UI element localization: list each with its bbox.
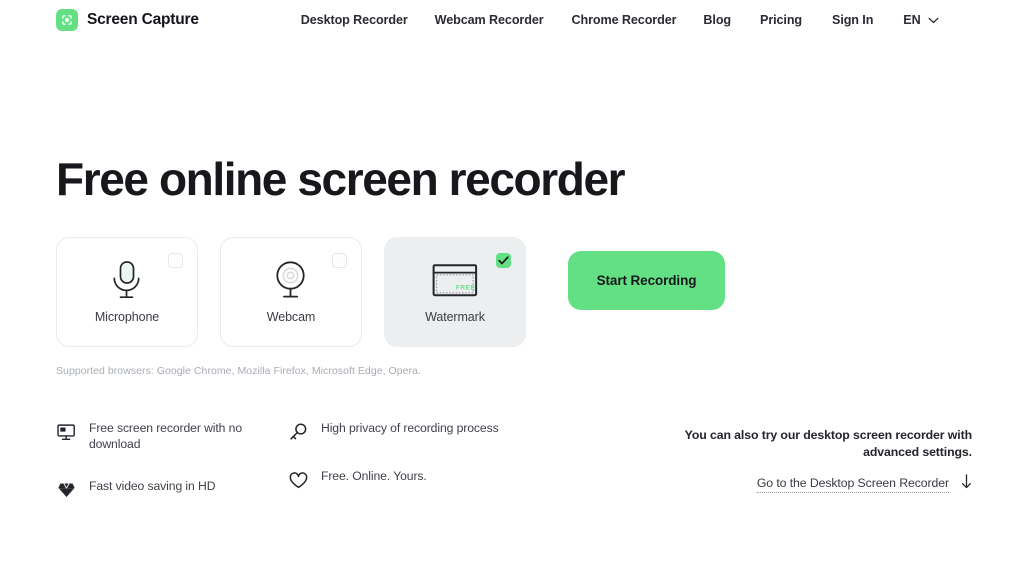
feature-column-middle: High privacy of recording process Free. … bbox=[288, 421, 508, 490]
webcam-checkbox[interactable] bbox=[332, 253, 347, 268]
svg-text:FREE: FREE bbox=[456, 285, 476, 292]
cta-link-row: Go to the Desktop Screen Recorder bbox=[682, 474, 972, 494]
feature-item: Fast video saving in HD bbox=[56, 479, 288, 500]
option-label-webcam: Webcam bbox=[266, 310, 316, 324]
key-icon bbox=[288, 422, 308, 442]
language-selector[interactable]: EN bbox=[903, 11, 939, 29]
option-card-webcam[interactable]: Webcam bbox=[220, 237, 362, 347]
diamond-icon bbox=[56, 480, 76, 500]
arrow-down-icon bbox=[961, 474, 972, 494]
option-label-microphone: Microphone bbox=[94, 310, 160, 324]
monitor-icon bbox=[56, 422, 76, 442]
webcam-icon bbox=[271, 258, 311, 304]
page-title: Free online screen recorder bbox=[56, 153, 626, 205]
heart-icon bbox=[288, 470, 308, 490]
supported-browsers-note: Supported browsers: Google Chrome, Mozil… bbox=[56, 365, 421, 377]
watermark-window-icon: FREE bbox=[431, 258, 479, 304]
desktop-recorder-link[interactable]: Go to the Desktop Screen Recorder bbox=[756, 476, 949, 493]
feature-text: High privacy of recording process bbox=[321, 421, 499, 435]
nav-desktop-recorder[interactable]: Desktop Recorder bbox=[301, 13, 408, 27]
nav-chrome-recorder[interactable]: Chrome Recorder bbox=[572, 13, 677, 27]
start-recording-button[interactable]: Start Recording bbox=[568, 251, 725, 310]
feature-column-left: Free screen recorder with no download Fa… bbox=[56, 421, 288, 500]
language-label: EN bbox=[903, 13, 921, 27]
nav-sign-in[interactable]: Sign In bbox=[832, 13, 873, 27]
recording-options: Microphone Webcam FREE Watermark Start R… bbox=[56, 237, 1024, 347]
option-label-watermark: Watermark bbox=[425, 310, 485, 324]
record-focus-icon bbox=[56, 9, 78, 31]
option-card-microphone[interactable]: Microphone bbox=[56, 237, 198, 347]
feature-item: Free screen recorder with no download bbox=[56, 421, 288, 452]
feature-text: Fast video saving in HD bbox=[89, 479, 216, 494]
nav-blog[interactable]: Blog bbox=[703, 13, 731, 27]
feature-text: Free screen recorder with no download bbox=[89, 421, 242, 451]
watermark-checkbox[interactable] bbox=[496, 253, 511, 268]
cta-description: You can also try our desktop screen reco… bbox=[684, 428, 972, 459]
microphone-icon bbox=[110, 258, 144, 304]
option-card-watermark[interactable]: FREE Watermark bbox=[384, 237, 526, 347]
microphone-checkbox[interactable] bbox=[168, 253, 183, 268]
main-navigation: Desktop Recorder Webcam Recorder Chrome … bbox=[301, 11, 939, 29]
feature-item: Free. Online. Yours. bbox=[288, 469, 508, 490]
nav-pricing[interactable]: Pricing bbox=[760, 13, 802, 27]
check-icon bbox=[498, 256, 509, 265]
brand-logo-link[interactable]: Screen Capture bbox=[56, 9, 199, 31]
desktop-recorder-cta: You can also try our desktop screen reco… bbox=[682, 421, 972, 494]
brand-name: Screen Capture bbox=[87, 11, 199, 28]
bottom-section: Free screen recorder with no download Fa… bbox=[0, 421, 1024, 500]
site-header: Screen Capture Desktop Recorder Webcam R… bbox=[0, 0, 1024, 40]
chevron-down-icon bbox=[928, 11, 939, 29]
feature-item: High privacy of recording process bbox=[288, 421, 508, 442]
feature-text: Free. Online. Yours. bbox=[321, 469, 427, 483]
nav-webcam-recorder[interactable]: Webcam Recorder bbox=[435, 13, 544, 27]
